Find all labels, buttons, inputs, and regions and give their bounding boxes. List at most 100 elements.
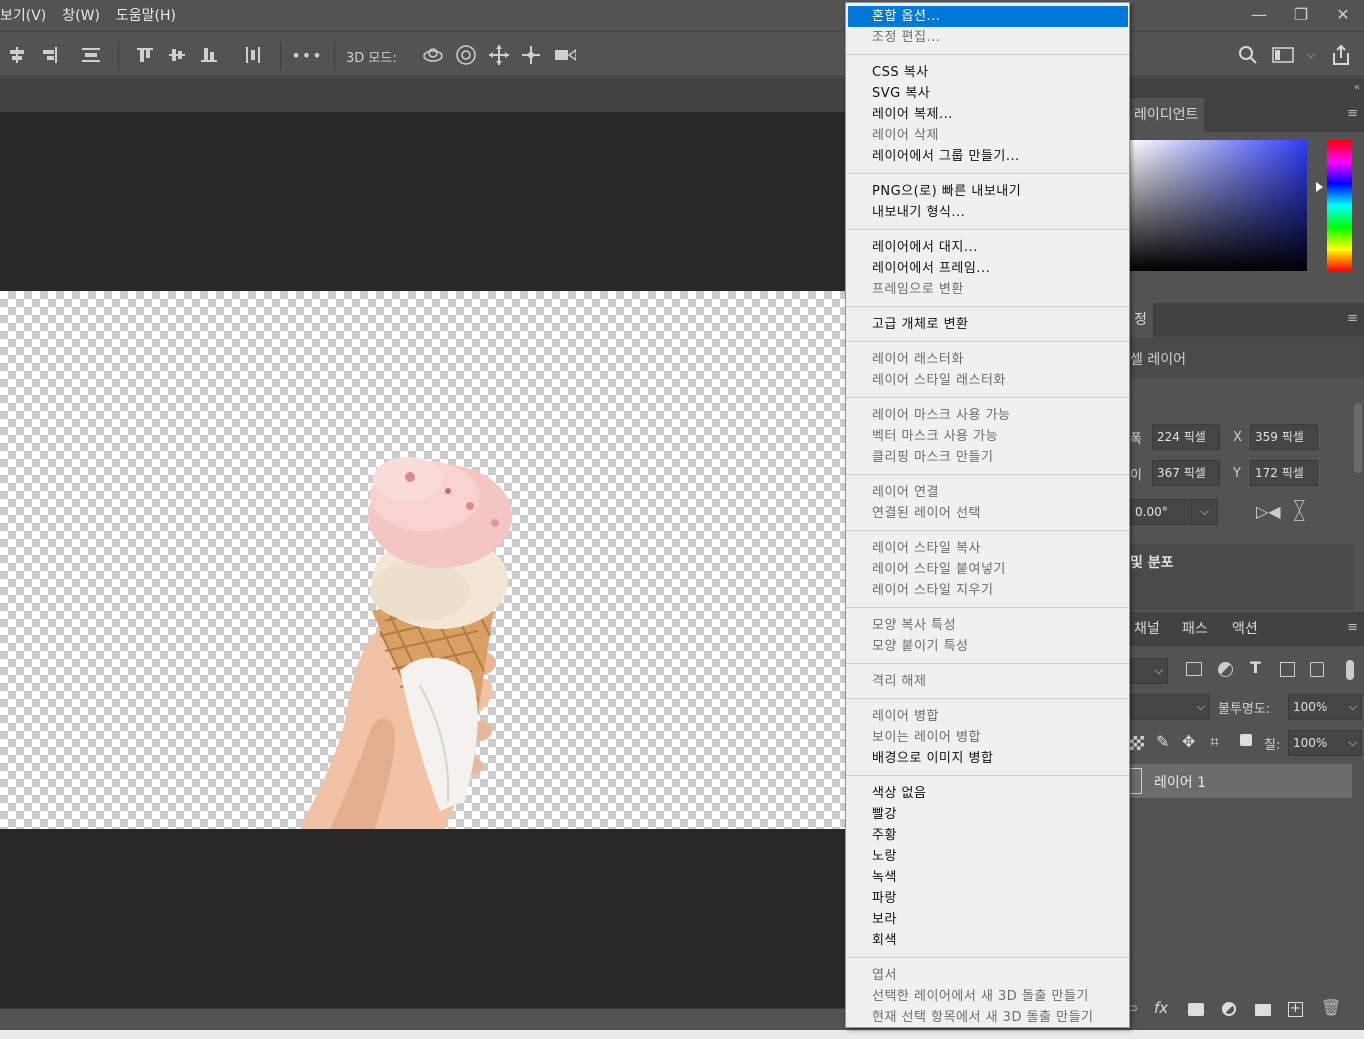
menu-item[interactable]: 주황 <box>848 825 1128 846</box>
3d-roll-icon[interactable] <box>455 44 477 66</box>
chevron-down-icon[interactable]: ⌵ <box>1191 500 1217 524</box>
y-label: Y <box>1233 466 1241 481</box>
lock-pixels-icon[interactable]: ✎ <box>1156 732 1169 751</box>
blend-mode-select[interactable]: ⌵ <box>1130 694 1210 720</box>
tab-gradient[interactable]: 레이디언트 <box>1128 98 1205 132</box>
shape-filter-icon[interactable] <box>1280 662 1295 677</box>
align-horizontal-centers-icon[interactable] <box>166 44 188 66</box>
distribute-vertical-icon[interactable] <box>80 44 102 66</box>
lock-position-icon[interactable]: ✥ <box>1182 732 1195 751</box>
y-field[interactable]: 172 픽셀 <box>1250 460 1318 486</box>
menu-item[interactable]: 레이어에서 프레임... <box>848 258 1128 279</box>
distribute-label: 및 분포 <box>1130 555 1174 571</box>
menu-item: 레이어 삭제 <box>872 128 939 143</box>
layer-row[interactable]: 레이어 1 <box>1128 764 1352 798</box>
fx-icon[interactable]: fx <box>1154 999 1168 1017</box>
trash-icon[interactable]: 🗑 <box>1321 998 1341 1017</box>
align-top-edges-icon[interactable] <box>134 44 156 66</box>
close-button[interactable]: ✕ <box>1322 0 1364 28</box>
minimize-button[interactable]: — <box>1238 0 1280 28</box>
filter-toggle[interactable] <box>1346 660 1354 680</box>
document-canvas[interactable] <box>0 291 848 829</box>
workspace-icon[interactable] <box>1272 44 1294 66</box>
menu-item[interactable]: 배경으로 이미지 병합 <box>848 748 1128 769</box>
hue-slider-marker[interactable] <box>1316 182 1323 192</box>
menu-item[interactable]: 혼합 옵션... <box>848 6 1128 27</box>
new-group-icon[interactable] <box>1255 1004 1271 1016</box>
menu-item[interactable]: 레이어에서 그룹 만들기... <box>848 146 1128 167</box>
menu-help[interactable]: 도움말(H) <box>116 5 176 25</box>
3d-orbit-icon[interactable] <box>422 44 444 66</box>
menu-separator <box>846 530 1129 532</box>
hue-slider[interactable] <box>1327 140 1352 271</box>
menu-item[interactable]: 레이어 복제... <box>848 104 1128 125</box>
menu-item[interactable]: 고급 개체로 변환 <box>848 314 1128 335</box>
menu-item[interactable]: 레이어에서 대지... <box>848 237 1128 258</box>
3d-pan-icon[interactable] <box>488 44 510 66</box>
lock-artboard-icon[interactable]: ⌗ <box>1210 732 1219 752</box>
menu-item: 모양 붙이기 특성 <box>872 639 969 654</box>
type-filter-icon[interactable]: T <box>1250 658 1261 677</box>
menu-item[interactable]: SVG 복사 <box>848 83 1128 104</box>
share-icon[interactable] <box>1330 44 1352 66</box>
color-picker-field[interactable] <box>1130 140 1307 271</box>
3d-slide-icon[interactable] <box>520 44 542 66</box>
menu-separator <box>846 698 1129 700</box>
collapse-panels-icon[interactable]: « <box>1354 82 1360 93</box>
new-layer-icon[interactable]: + <box>1288 1002 1303 1017</box>
menu-item[interactable]: 파랑 <box>848 888 1128 909</box>
chevron-down-icon[interactable]: ⌵ <box>1300 44 1322 66</box>
menu-item[interactable]: CSS 복사 <box>848 62 1128 83</box>
panel-menu-icon[interactable]: ≡ <box>1347 106 1358 121</box>
tab-actions[interactable]: 액션 <box>1226 612 1264 646</box>
menu-view[interactable]: 보기(V) <box>0 5 46 25</box>
new-adjustment-icon[interactable] <box>1222 1002 1236 1016</box>
menu-item[interactable]: 보라 <box>848 909 1128 930</box>
panel-menu-icon[interactable]: ≡ <box>1347 311 1358 326</box>
flip-vertical-icon[interactable]: ▽ △ <box>1294 498 1305 522</box>
width-field[interactable]: 224 픽셀 <box>1152 424 1220 450</box>
menu-item: 연결된 레이어 선택 <box>872 506 981 521</box>
menu-item[interactable]: 빨강 <box>848 804 1128 825</box>
menu-item: 모양 복사 특성 <box>872 618 957 633</box>
image-filter-icon[interactable] <box>1186 662 1202 676</box>
restore-button[interactable]: ❐ <box>1280 0 1322 28</box>
height-field[interactable]: 367 픽셀 <box>1152 460 1220 486</box>
lock-all-icon[interactable] <box>1240 734 1252 746</box>
lock-transparency-icon[interactable] <box>1130 736 1144 750</box>
fill-label: 칠: <box>1264 738 1281 753</box>
adjustment-filter-icon[interactable] <box>1218 662 1233 677</box>
flip-horizontal-icon[interactable]: ▷◀ <box>1256 502 1281 521</box>
chevron-down-icon[interactable]: ⌵ <box>1349 731 1357 755</box>
menu-item[interactable]: 녹색 <box>848 867 1128 888</box>
menu-item: 레이어 스타일 붙여넣기 <box>872 562 1006 577</box>
menu-item[interactable]: 내보내기 형식... <box>848 202 1128 223</box>
menu-item[interactable]: 회색 <box>848 930 1128 951</box>
3d-scale-camera-icon[interactable] <box>554 44 576 66</box>
search-icon[interactable] <box>1237 44 1259 66</box>
more-options-icon[interactable]: ••• <box>291 44 321 66</box>
menu-separator <box>846 341 1129 343</box>
smart-object-filter-icon[interactable] <box>1310 662 1324 677</box>
opacity-field[interactable]: 100% ⌵ <box>1288 694 1362 720</box>
fill-field[interactable]: 100% ⌵ <box>1288 730 1362 756</box>
distribute-horizontal-icon[interactable] <box>242 44 264 66</box>
layer-filter-select[interactable]: ⌵ <box>1130 658 1168 684</box>
menu-item[interactable]: 색상 없음 <box>848 783 1128 804</box>
menu-item[interactable]: 노랑 <box>848 846 1128 867</box>
x-field[interactable]: 359 픽셀 <box>1250 424 1318 450</box>
angle-field[interactable]: 0.00° ⌵ <box>1130 499 1218 525</box>
chevron-down-icon[interactable]: ⌵ <box>1349 695 1357 719</box>
menu-item[interactable]: PNG으(로) 빠른 내보내기 <box>848 181 1128 202</box>
tab-paths[interactable]: 패스 <box>1176 612 1214 646</box>
align-right-edges-icon[interactable] <box>38 44 60 66</box>
tab-properties[interactable]: 정 <box>1128 303 1153 337</box>
align-vertical-centers-icon[interactable] <box>6 44 28 66</box>
add-mask-icon[interactable] <box>1188 1003 1204 1016</box>
menu-window[interactable]: 창(W) <box>62 5 100 25</box>
align-bottom-edges-icon[interactable] <box>198 44 220 66</box>
align-distribute-section: 및 분포 <box>1128 544 1354 610</box>
tab-channels[interactable]: 채널 <box>1128 612 1166 646</box>
panel-menu-icon[interactable]: ≡ <box>1347 620 1358 635</box>
properties-scrollbar[interactable] <box>1354 403 1362 473</box>
